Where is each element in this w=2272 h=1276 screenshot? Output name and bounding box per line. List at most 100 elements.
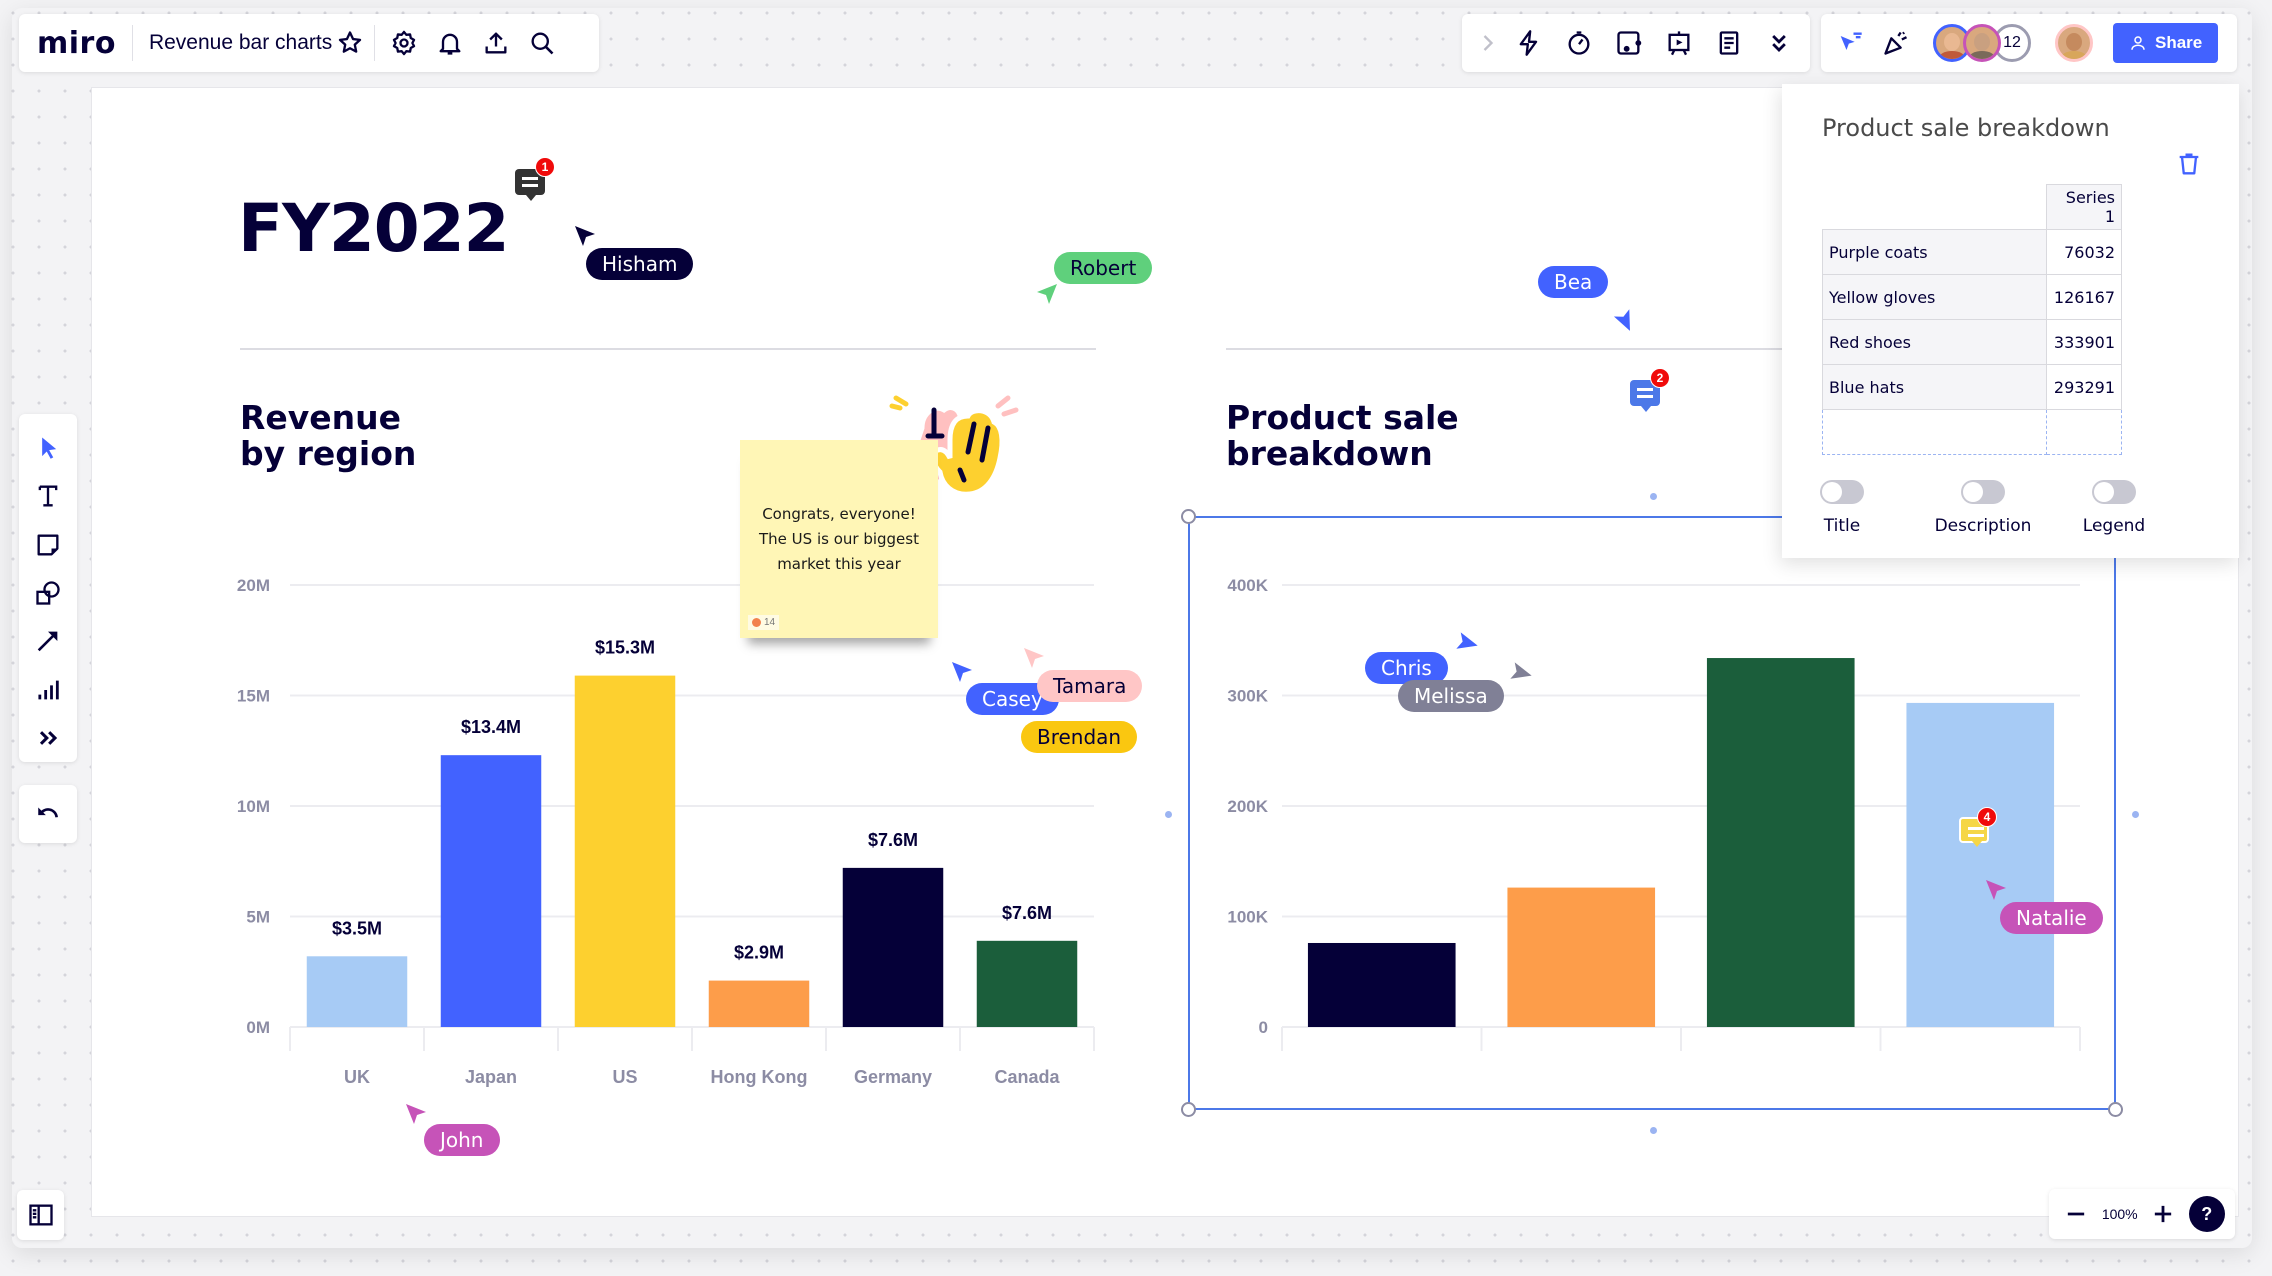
- cursor-name-tag: Hisham: [586, 248, 694, 280]
- connector-dot-top[interactable]: [1650, 493, 1657, 500]
- arrow-line-icon[interactable]: [25, 617, 71, 665]
- share-label: Share: [2155, 33, 2203, 52]
- resize-handle-bottom-left[interactable]: [1181, 1102, 1196, 1117]
- collaborator-avatars[interactable]: 12: [1933, 24, 2031, 62]
- toggle-switch[interactable]: [2092, 480, 2136, 504]
- row-label-cell[interactable]: Red shoes: [1822, 319, 2047, 365]
- row-label-cell[interactable]: Blue hats: [1822, 364, 2047, 410]
- upload-export-icon[interactable]: [473, 20, 519, 66]
- avatar[interactable]: [1963, 24, 2001, 62]
- comment-bubble-icon[interactable]: 4: [1959, 807, 1997, 847]
- new-row-label-cell[interactable]: [1822, 409, 2047, 455]
- text-tool-icon[interactable]: [25, 472, 71, 520]
- cursor-name-tag: Natalie: [2000, 902, 2103, 934]
- toggle-switch[interactable]: [1820, 480, 1864, 504]
- cursor-name-tag: Melissa: [1398, 680, 1504, 712]
- cursor-pointer-icon: [1024, 648, 1044, 668]
- table-row: Red shoes 333901: [1822, 319, 2122, 365]
- cursor-pointer-icon: [1037, 284, 1057, 304]
- select-tool-cursor-icon[interactable]: [25, 424, 71, 472]
- table-row: Yellow gloves 126167: [1822, 274, 2122, 320]
- chart-icon[interactable]: [25, 665, 71, 713]
- connector-dot-bottom[interactable]: [1650, 1127, 1657, 1134]
- comment-count-badge: 2: [1650, 368, 1670, 388]
- reaction-badge[interactable]: 14: [748, 615, 780, 630]
- zoom-out-minus-icon[interactable]: [2059, 1191, 2093, 1237]
- toggle-legend[interactable]: Legend: [2074, 480, 2154, 536]
- cursor-name-tag: Bea: [1538, 266, 1609, 298]
- row-value-cell[interactable]: 126167: [2046, 274, 2122, 320]
- toggle-label: Description: [1934, 516, 2032, 536]
- right-divider-line: [1226, 348, 1786, 350]
- empty-new-row: [1822, 409, 2122, 455]
- undo-icon: [38, 807, 58, 818]
- cursor-pointer-icon: [1986, 880, 2006, 900]
- table-row: Blue hats 293291: [1822, 364, 2122, 410]
- fy-title[interactable]: FY2022: [238, 190, 510, 267]
- settings-gear-icon[interactable]: [381, 20, 427, 66]
- panel-title: Product sale breakdown: [1822, 114, 2110, 142]
- current-user-avatar[interactable]: [2055, 24, 2093, 62]
- undo-button[interactable]: [19, 785, 77, 843]
- board-title[interactable]: Revenue bar charts: [149, 31, 332, 55]
- cursor-name-tag: Robert: [1054, 252, 1153, 284]
- presentation-icon[interactable]: [1654, 20, 1704, 66]
- help-button[interactable]: ?: [2188, 1196, 2225, 1232]
- presence-bar: 12 Share: [1821, 14, 2237, 72]
- connector-dot-left[interactable]: [1165, 811, 1172, 818]
- zoom-level[interactable]: 100%: [2102, 1206, 2138, 1222]
- sticky-note[interactable]: Congrats, everyone! The US is our bigges…: [740, 440, 938, 638]
- toggle-label: Title: [1823, 516, 1861, 536]
- star-icon[interactable]: [332, 20, 368, 66]
- divider: [131, 25, 133, 61]
- user-icon: [2131, 36, 2145, 50]
- heart-eyes-emoji-icon: [752, 618, 761, 627]
- sidebar-panel-toggle[interactable]: [17, 1190, 64, 1240]
- sticky-note-text[interactable]: Congrats, everyone! The US is our bigges…: [750, 502, 928, 577]
- left-section-title[interactable]: Revenue by region: [240, 400, 416, 472]
- cursor-name-tag: Tamara: [1037, 670, 1143, 702]
- chevron-right-icon[interactable]: [1472, 20, 1504, 66]
- cursor-pointer-icon: [575, 226, 595, 246]
- search-icon[interactable]: [519, 20, 565, 66]
- cursor-filter-icon[interactable]: [1827, 20, 1873, 66]
- more-tools-chevrons-icon[interactable]: [25, 714, 71, 762]
- sidebar-layout-icon: [28, 1204, 53, 1226]
- notes-icon[interactable]: [1704, 20, 1754, 66]
- table-header-row: Series 1: [1823, 184, 2122, 230]
- toggle-title[interactable]: Title: [1820, 480, 1864, 536]
- row-value-cell[interactable]: 76032: [2046, 229, 2122, 275]
- celebrate-icon[interactable]: [1873, 20, 1919, 66]
- lightning-icon[interactable]: [1504, 20, 1554, 66]
- right-section-title[interactable]: Product sale breakdown: [1226, 400, 1459, 472]
- shapes-icon[interactable]: [25, 569, 71, 617]
- cursor-pointer-icon: [406, 1104, 426, 1124]
- delete-trash-icon[interactable]: [2175, 150, 2203, 178]
- timer-icon[interactable]: [1554, 20, 1604, 66]
- resize-handle-bottom-right[interactable]: [2108, 1102, 2123, 1117]
- double-chevron-down-icon[interactable]: [1754, 20, 1804, 66]
- chart-display-toggles: Title Description Legend: [1820, 480, 2154, 536]
- zoom-in-plus-icon[interactable]: [2146, 1191, 2180, 1237]
- reaction-count: 14: [764, 617, 776, 628]
- comment-bubble-icon[interactable]: 2: [1630, 368, 1670, 412]
- resize-handle-top-left[interactable]: [1181, 509, 1196, 524]
- creation-toolbar: [19, 414, 77, 762]
- chart-data-panel: Product sale breakdown Series 1 Purple c…: [1782, 84, 2239, 558]
- new-row-value-cell[interactable]: [2046, 409, 2122, 455]
- row-value-cell[interactable]: 293291: [2046, 364, 2122, 410]
- row-label-cell[interactable]: Purple coats: [1822, 229, 2047, 275]
- chart-data-table: Series 1 Purple coats 76032 Yellow glove…: [1822, 184, 2122, 455]
- series-header-cell[interactable]: Series 1: [2046, 184, 2122, 230]
- connector-dot-right[interactable]: [2132, 811, 2139, 818]
- notification-bell-icon[interactable]: [427, 20, 473, 66]
- share-button[interactable]: Share: [2113, 23, 2219, 63]
- card-embed-icon[interactable]: [1604, 20, 1654, 66]
- toggle-description[interactable]: Description: [1910, 480, 2056, 536]
- miro-logo[interactable]: miro: [37, 26, 116, 61]
- row-value-cell[interactable]: 333901: [2046, 319, 2122, 365]
- row-label-cell[interactable]: Yellow gloves: [1822, 274, 2047, 320]
- sticky-note-icon[interactable]: [25, 521, 71, 569]
- toggle-switch[interactable]: [1961, 480, 2005, 504]
- comment-bubble-icon[interactable]: 1: [515, 157, 555, 201]
